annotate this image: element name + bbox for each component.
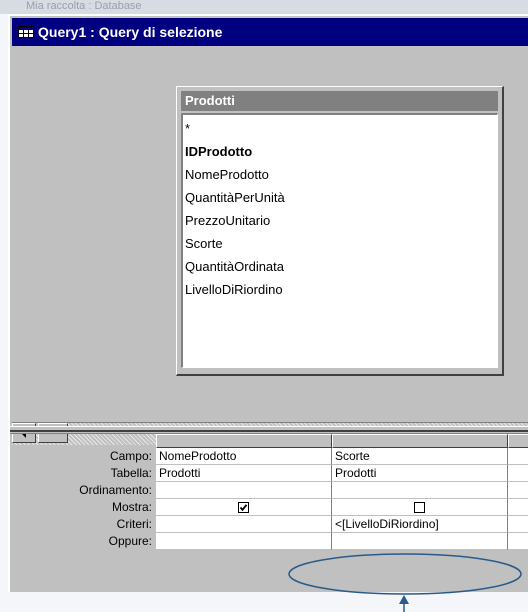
query-grid-icon — [18, 26, 34, 38]
pane-splitter[interactable] — [10, 426, 528, 434]
field-item-livellodiriordino[interactable]: LivelloDiRiordino — [185, 278, 497, 301]
tabella-cell[interactable]: Prodotti — [332, 465, 508, 482]
campo-cell[interactable]: Scorte — [332, 448, 508, 465]
field-item-quantitaperunita[interactable]: QuantitàPerUnità — [185, 186, 497, 209]
field-item-all[interactable]: * — [185, 117, 497, 140]
background-window-title: Mia raccolta : Database — [26, 0, 142, 12]
tabella-cell[interactable] — [508, 465, 528, 482]
field-list[interactable]: * IDProdotto NomeProdotto QuantitàPerUni… — [181, 113, 498, 368]
window-title: Query1 : Query di selezione — [38, 24, 223, 40]
mostra-checkbox[interactable] — [414, 501, 425, 513]
title-bar[interactable]: Query1 : Query di selezione — [12, 18, 528, 46]
column-selector[interactable] — [508, 434, 528, 448]
row-label-ordinamento: Ordinamento: — [79, 483, 152, 497]
design-grid-row-labels: Campo: Tabella: Ordinamento: Mostra: Cri… — [10, 448, 156, 550]
mostra-checkbox[interactable] — [238, 501, 249, 513]
grid-column-3[interactable] — [508, 434, 528, 550]
mostra-cell[interactable] — [156, 499, 332, 516]
field-item-prezzounitario[interactable]: PrezzoUnitario — [185, 209, 497, 232]
mostra-cell[interactable] — [508, 499, 528, 516]
column-selector[interactable] — [332, 434, 508, 448]
criteri-cell[interactable]: <[LivelloDiRiordino] — [332, 516, 508, 533]
mostra-cell[interactable] — [332, 499, 508, 516]
campo-cell[interactable]: NomeProdotto — [156, 448, 332, 465]
field-item-quantitaordinata[interactable]: QuantitàOrdinata — [185, 255, 497, 278]
row-label-mostra: Mostra: — [111, 500, 152, 514]
row-label-oppure: Oppure: — [108, 534, 152, 548]
oppure-cell[interactable] — [156, 533, 332, 550]
ordinamento-cell[interactable] — [156, 482, 332, 499]
criteri-cell[interactable] — [508, 516, 528, 533]
oppure-cell[interactable] — [508, 533, 528, 550]
check-icon — [239, 503, 248, 511]
row-label-tabella: Tabella: — [110, 466, 152, 480]
query-window: Query1 : Query di selezione Prodotti * I… — [8, 14, 528, 592]
ordinamento-cell[interactable] — [332, 482, 508, 499]
row-label-criteri: Criteri: — [116, 517, 152, 531]
field-item-scorte[interactable]: Scorte — [185, 232, 497, 255]
column-selector[interactable] — [156, 434, 332, 448]
pointer-arrow-icon — [399, 595, 409, 612]
grid-column-1[interactable]: NomeProdotto Prodotti — [156, 434, 332, 550]
grid-column-2[interactable]: Scorte Prodotti <[LivelloDiRiordino] — [332, 434, 508, 550]
field-item-nomeprodotto[interactable]: NomeProdotto — [185, 163, 497, 186]
field-item-idprodotto[interactable]: IDProdotto — [185, 140, 497, 163]
table-title[interactable]: Prodotti — [181, 91, 498, 111]
ordinamento-cell[interactable] — [508, 482, 528, 499]
background-window-strip: Mia raccolta : Database — [0, 0, 528, 14]
table-field-list-window[interactable]: Prodotti * IDProdotto NomeProdotto Quant… — [176, 86, 504, 376]
campo-cell[interactable] — [508, 448, 528, 465]
row-label-campo: Campo: — [109, 449, 152, 463]
splitter-line — [10, 430, 528, 432]
tabella-cell[interactable]: Prodotti — [156, 465, 332, 482]
oppure-cell[interactable] — [332, 533, 508, 550]
table-pane[interactable]: Prodotti * IDProdotto NomeProdotto Quant… — [12, 48, 528, 445]
criteri-cell[interactable] — [156, 516, 332, 533]
